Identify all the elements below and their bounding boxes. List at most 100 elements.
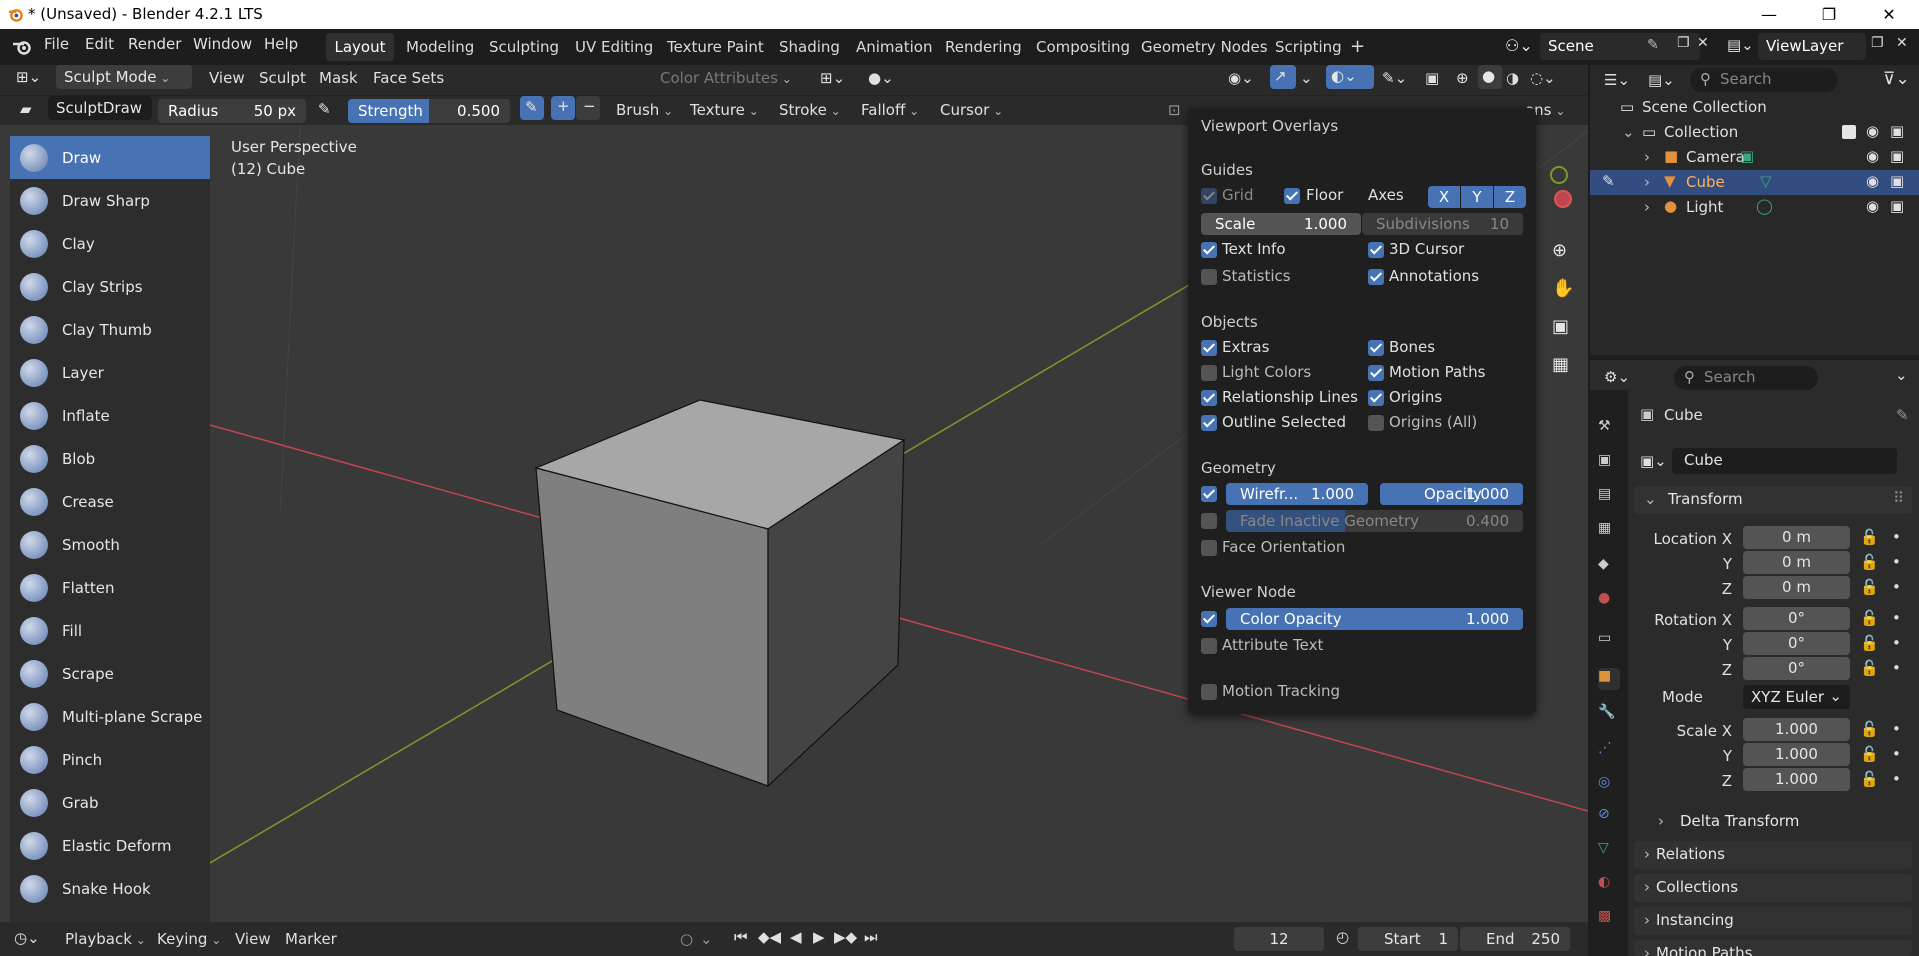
new-scene-icon[interactable]: ❐ [1677, 35, 1690, 51]
tool-flatten[interactable]: Flatten [10, 566, 210, 609]
lock-icon[interactable]: 🔓 [1860, 720, 1879, 738]
output-tab-icon[interactable]: ▤ [1598, 486, 1620, 508]
keyframe-dot-icon[interactable]: • [1892, 528, 1901, 546]
motion-paths-checkbox[interactable] [1368, 365, 1384, 381]
start-frame-field[interactable]: Start 1 [1358, 927, 1458, 951]
grid-checkbox[interactable] [1201, 188, 1217, 204]
axis-z-toggle[interactable]: Z [1494, 186, 1526, 208]
cursor-dropdown[interactable]: Cursor [940, 101, 1003, 119]
tool-inflate[interactable]: Inflate [10, 394, 210, 437]
constraints-tab-icon[interactable]: ⊘ [1598, 806, 1620, 828]
texture-tab-icon[interactable]: ▩ [1598, 908, 1620, 930]
tab-modeling[interactable]: Modeling [406, 33, 474, 61]
view-layer-tab-icon[interactable]: ▦ [1598, 520, 1620, 542]
expand-chevron-icon[interactable]: › [1644, 148, 1650, 166]
outliner-row-cube[interactable]: ✎ › ▼ Cube ▽ ◉ ▣ [1590, 170, 1919, 195]
tab-texture-paint[interactable]: Texture Paint [667, 33, 764, 61]
zoom-icon[interactable]: ⊕ [1552, 240, 1567, 261]
tool-smooth[interactable]: Smooth [10, 523, 210, 566]
gizmo-toggle-icon[interactable]: ↗ [1270, 65, 1296, 89]
axis-x-toggle[interactable]: X [1428, 186, 1460, 208]
rotation-x-field[interactable]: 0° [1743, 607, 1850, 630]
tool-layer[interactable]: Layer [10, 351, 210, 394]
keyframe-dot-icon[interactable]: • [1892, 578, 1901, 596]
falloff-dropdown[interactable]: Falloff [861, 101, 919, 119]
render-tab-icon[interactable]: ▣ [1598, 452, 1620, 474]
strength-slider[interactable]: Strength 0.500 [348, 99, 510, 123]
rotation-y-field[interactable]: 0° [1743, 632, 1850, 655]
tool-clay-thumb[interactable]: Clay Thumb [10, 308, 210, 351]
scene-tab-icon[interactable]: ◆ [1598, 556, 1620, 578]
tool-snake-hook[interactable]: Snake Hook [10, 867, 210, 910]
render-camera-icon[interactable]: ▣ [1890, 147, 1904, 165]
keyframe-dot-icon[interactable]: • [1892, 720, 1901, 738]
tool-elastic-deform[interactable]: Elastic Deform [10, 824, 210, 867]
menu-mask[interactable]: Mask [319, 69, 358, 87]
tool-multi-plane-scrape[interactable]: Multi-plane Scrape [10, 695, 210, 738]
lock-icon[interactable]: 🔓 [1860, 659, 1879, 677]
tool-draw[interactable]: Draw [10, 136, 210, 179]
origins-all-checkbox[interactable] [1368, 415, 1384, 431]
keyframe-dot-icon[interactable]: • [1892, 770, 1901, 788]
display-mode-icon[interactable]: ▤⌄ [1648, 71, 1675, 89]
properties-options-icon[interactable]: ⌄ [1895, 366, 1908, 384]
tool-draw-sharp[interactable]: Draw Sharp [10, 179, 210, 222]
transform-panel-header[interactable]: ⌄ Transform ⠿ [1634, 486, 1912, 514]
strength-pressure-icon[interactable]: ✎ [520, 96, 544, 120]
lock-icon[interactable]: 🔓 [1860, 553, 1879, 571]
lock-icon[interactable]: 🔓 [1860, 609, 1879, 627]
jump-start-icon[interactable]: ⏮ [734, 928, 748, 946]
menu-edit[interactable]: Edit [85, 35, 114, 53]
pan-hand-icon[interactable]: ✋ [1552, 278, 1574, 299]
color-opacity-checkbox[interactable] [1201, 611, 1217, 627]
world-tab-icon[interactable]: ● [1598, 590, 1620, 612]
brush-dropdown[interactable]: Brush [616, 101, 673, 119]
toggle-xray-icon[interactable]: ▣ [1425, 69, 1439, 87]
edit-mode-icon[interactable]: ✎ [1602, 172, 1615, 190]
xray-icon[interactable]: ✎⌄ [1382, 69, 1407, 87]
collection-row[interactable]: ⌄ ▭ Collection ◉ ▣ [1590, 120, 1919, 145]
symmetry-icon[interactable]: ⊞⌄ [820, 69, 845, 87]
object-name-field[interactable]: Cube [1672, 448, 1897, 474]
collections-panel[interactable]: › Collections [1634, 874, 1912, 902]
maximize-button[interactable]: ❐ [1807, 2, 1851, 28]
scale-z-field[interactable]: 1.000 [1743, 768, 1850, 791]
object-tab-icon[interactable]: ■ [1598, 668, 1620, 690]
viewlayer-selector-icon[interactable]: ▤⌄ [1727, 36, 1754, 54]
eye-icon[interactable]: ◉ [1866, 197, 1879, 215]
outliner-row-light[interactable]: › ● Light ◯ ◉ ▣ [1590, 195, 1919, 220]
collection-tab-icon[interactable]: ▭ [1598, 630, 1620, 652]
location-x-field[interactable]: 0 m [1743, 526, 1850, 549]
tool-grab[interactable]: Grab [10, 781, 210, 824]
play-reverse-icon[interactable]: ◀ [790, 928, 802, 946]
marker-menu[interactable]: Marker [285, 930, 337, 948]
tab-layout[interactable]: Layout [326, 33, 394, 61]
statistics-checkbox[interactable] [1201, 269, 1217, 285]
radius-pressure-icon[interactable]: ✎ [318, 100, 331, 118]
fade-inactive-checkbox[interactable] [1201, 513, 1217, 529]
visibility-icon[interactable]: ◉⌄ [1228, 69, 1254, 87]
outliner-editor-type-icon[interactable]: ☰⌄ [1604, 71, 1630, 89]
drag-handle-icon[interactable]: ⠿ [1893, 489, 1904, 507]
next-keyframe-icon[interactable]: ▶◆ [834, 928, 857, 946]
relationship-lines-checkbox[interactable] [1201, 390, 1217, 406]
floor-checkbox[interactable] [1284, 188, 1300, 204]
object-data-icon[interactable]: ▣⌄ [1640, 452, 1667, 470]
outline-selected-checkbox[interactable] [1201, 415, 1217, 431]
eye-icon[interactable]: ◉ [1866, 147, 1879, 165]
play-icon[interactable]: ▶ [813, 928, 825, 946]
bones-checkbox[interactable] [1368, 340, 1384, 356]
keyframe-dot-icon[interactable]: • [1892, 634, 1901, 652]
new-viewlayer-icon[interactable]: ❐ [1871, 35, 1884, 51]
stroke-dropdown[interactable]: Stroke [779, 101, 841, 119]
tool-tab-icon[interactable]: ⚒ [1598, 418, 1620, 440]
menu-render[interactable]: Render [128, 35, 181, 53]
keyframe-dot-icon[interactable]: • [1892, 553, 1901, 571]
editor-type-icon[interactable]: ⊞⌄ [8, 65, 52, 89]
outliner-search-input[interactable]: ⚲ Search [1690, 68, 1838, 92]
lock-icon[interactable]: 🔓 [1860, 634, 1879, 652]
filter-icon[interactable]: ⊽⌄ [1883, 69, 1910, 89]
tab-rendering[interactable]: Rendering [945, 33, 1022, 61]
scene-selector-icon[interactable]: ⚇⌄ [1505, 36, 1533, 55]
wireframe-opacity-slider[interactable]: Opacity 1.000 [1380, 483, 1523, 505]
